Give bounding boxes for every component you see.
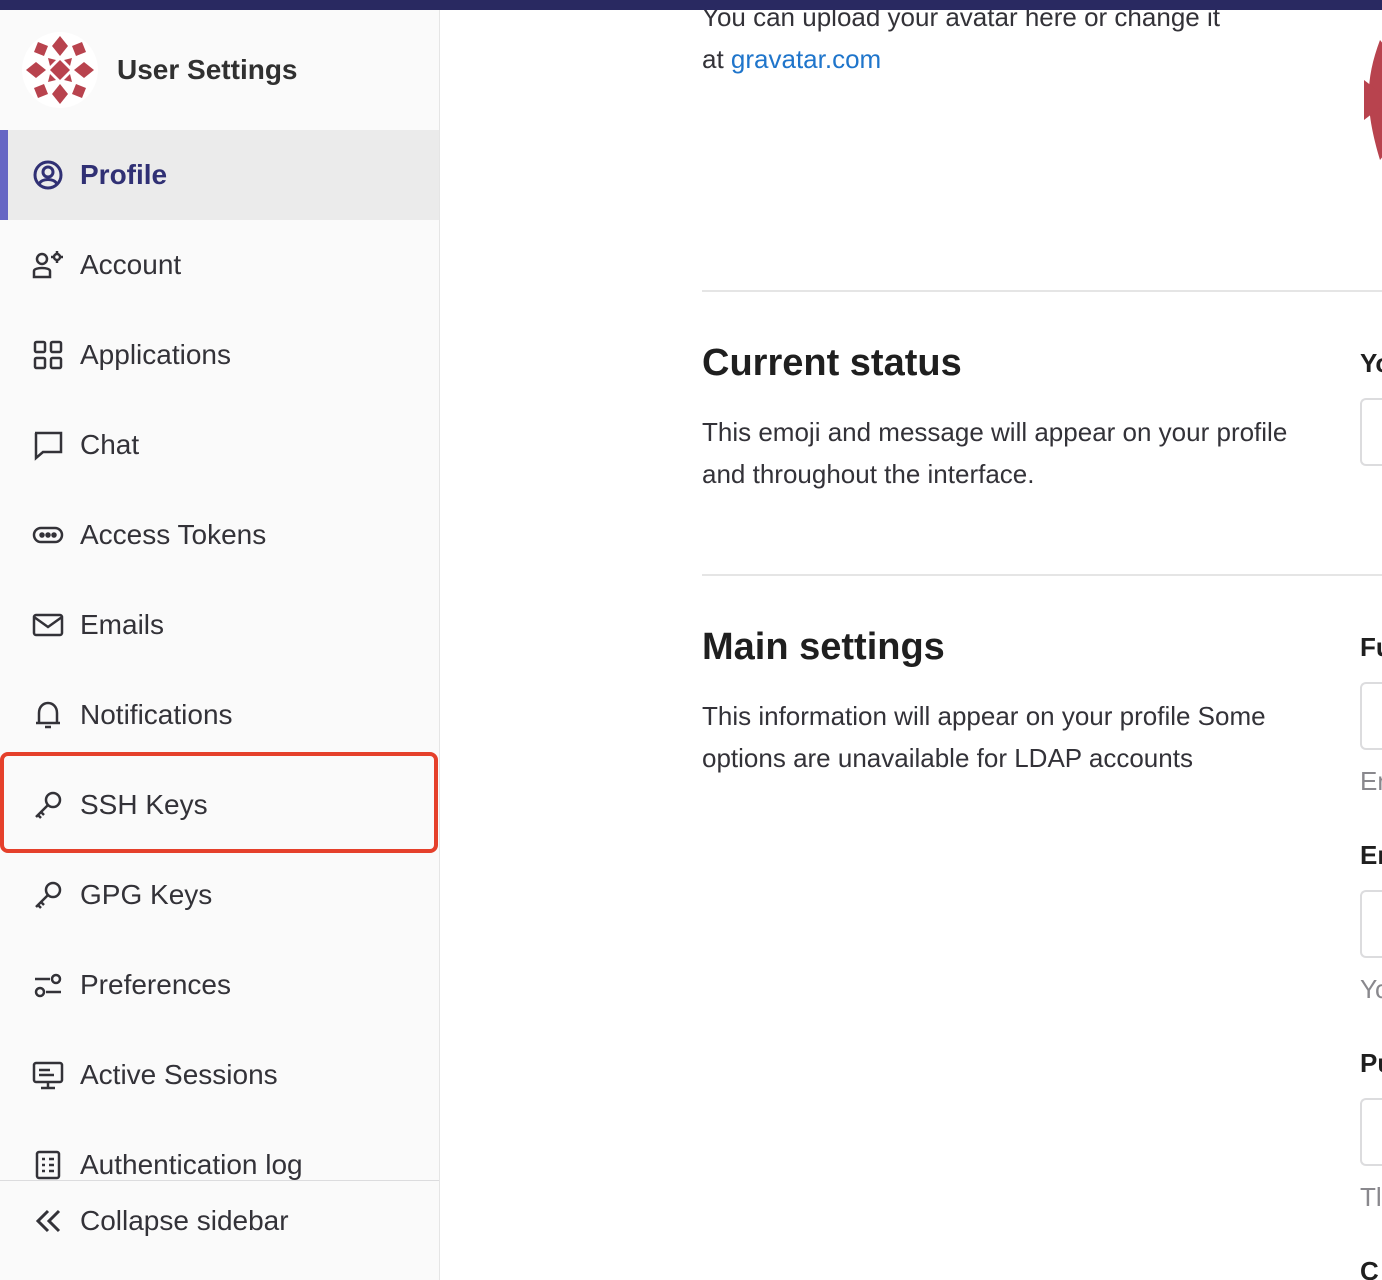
full-name-input[interactable] (1360, 682, 1382, 750)
sidebar-item-active-sessions[interactable]: Active Sessions (0, 1030, 439, 1120)
upload-text: You can upload your avatar here or chang… (702, 10, 1220, 32)
status-field-label: Yo (1360, 348, 1382, 378)
collapse-sidebar-label: Collapse sidebar (80, 1204, 289, 1236)
sidebar-item-label: Applications (80, 339, 231, 370)
section-divider (702, 290, 1382, 292)
sidebar-item-label: Notifications (80, 699, 233, 730)
email-help: Yo (1360, 974, 1382, 1004)
token-icon (32, 519, 64, 551)
monitor-icon (32, 1059, 64, 1091)
avatar-upload-text: You can upload your avatar here or chang… (702, 10, 1302, 80)
sidebar-item-label: Active Sessions (80, 1059, 278, 1090)
account-icon (32, 249, 64, 281)
main-settings-description: This information will appear on your pro… (702, 701, 1266, 773)
sidebar-item-applications[interactable]: Applications (0, 310, 439, 400)
key-icon (32, 879, 64, 911)
main-content: You can upload your avatar here or chang… (440, 10, 1382, 1280)
upload-at: at (702, 44, 724, 74)
status-input[interactable] (1360, 398, 1382, 466)
sidebar-title: User Settings (117, 54, 298, 85)
public-email-input[interactable] (1360, 1098, 1382, 1166)
email-label: En (1360, 840, 1382, 870)
sidebar-item-preferences[interactable]: Preferences (0, 940, 439, 1030)
sidebar-item-chat[interactable]: Chat (0, 400, 439, 490)
double-chevron-left-icon (32, 1205, 64, 1237)
public-email-label: Pu (1360, 1048, 1382, 1078)
sidebar-item-label: Authentication log (80, 1149, 303, 1180)
collapse-sidebar-button[interactable]: Collapse sidebar (0, 1180, 439, 1280)
mail-icon (32, 609, 64, 641)
sidebar-item-ssh-keys[interactable]: SSH Keys (0, 760, 439, 850)
chat-icon (32, 429, 64, 461)
preferences-icon (32, 969, 64, 1001)
sidebar-item-access-tokens[interactable]: Access Tokens (0, 490, 439, 580)
sidebar-nav: Profile Account Applications Chat Access… (0, 130, 439, 1210)
profile-avatar-preview[interactable] (1360, 10, 1382, 180)
sidebar-item-profile[interactable]: Profile (0, 130, 439, 220)
settings-sidebar: User Settings Profile Account Applicatio… (0, 10, 440, 1280)
current-status-description: This emoji and message will appear on yo… (702, 417, 1288, 489)
full-name-label: Fu (1360, 632, 1382, 662)
bell-icon (32, 699, 64, 731)
section-divider (702, 574, 1382, 576)
log-icon (32, 1149, 64, 1181)
sidebar-item-account[interactable]: Account (0, 220, 439, 310)
sidebar-item-label: Access Tokens (80, 519, 267, 550)
sidebar-item-label: Profile (80, 159, 168, 190)
profile-icon (32, 159, 64, 191)
applications-icon (32, 339, 64, 371)
sidebar-item-label: Emails (80, 609, 165, 640)
gravatar-link[interactable]: gravatar.com (731, 44, 881, 74)
sidebar-item-label: SSH Keys (80, 789, 208, 820)
main-settings-title: Main settings (702, 626, 945, 668)
key-icon (32, 789, 64, 821)
sidebar-item-label: Account (80, 249, 182, 280)
next-field-label: C (1360, 1256, 1379, 1280)
sidebar-header: User Settings (0, 10, 439, 130)
sidebar-item-notifications[interactable]: Notifications (0, 670, 439, 760)
sidebar-item-emails[interactable]: Emails (0, 580, 439, 670)
top-navbar (0, 0, 1382, 10)
sidebar-item-label: GPG Keys (80, 879, 213, 910)
sidebar-item-label: Preferences (80, 969, 231, 1000)
sidebar-item-gpg-keys[interactable]: GPG Keys (0, 850, 439, 940)
user-avatar[interactable] (22, 32, 98, 108)
full-name-help: En (1360, 766, 1382, 796)
public-email-help: Tl (1360, 1182, 1382, 1212)
sidebar-item-label: Chat (80, 429, 140, 460)
current-status-title: Current status (702, 342, 962, 384)
email-input[interactable] (1360, 890, 1382, 958)
